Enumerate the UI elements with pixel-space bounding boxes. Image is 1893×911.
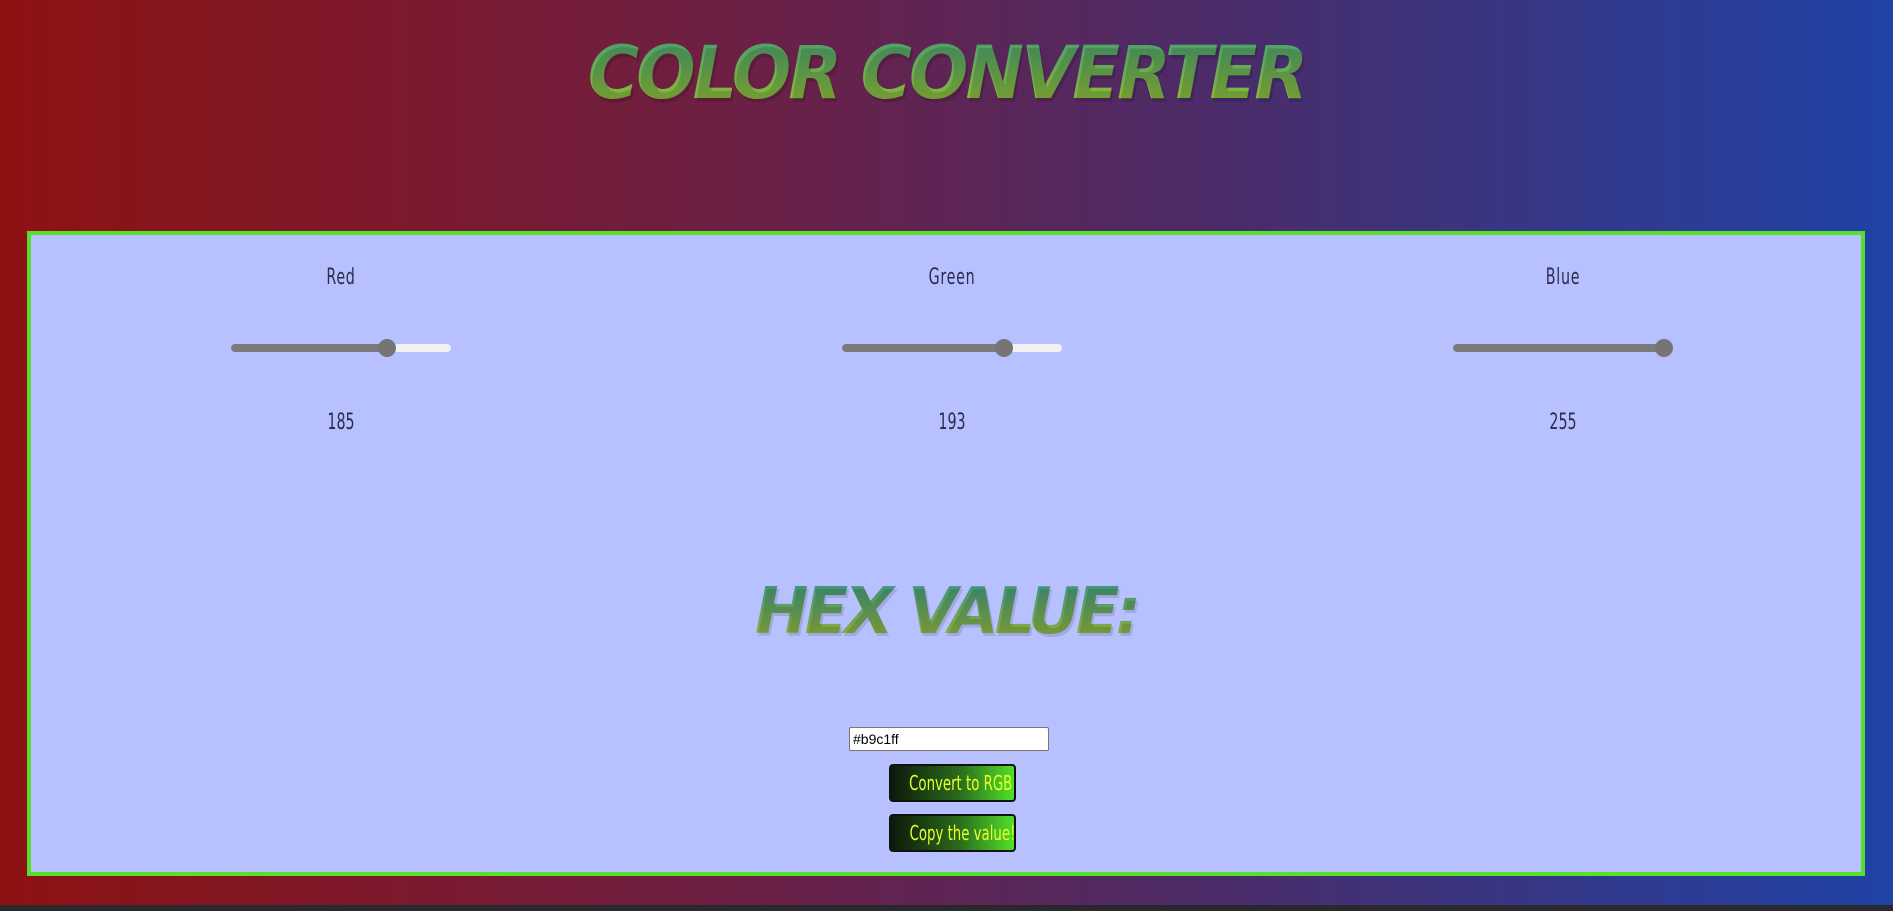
convert-to-rgb-button[interactable]: Convert to RGB [889, 764, 1016, 802]
red-slider-fill [231, 344, 387, 352]
green-slider-fill [842, 344, 1004, 352]
blue-label: Blue [1545, 265, 1581, 290]
red-label: Red [326, 265, 356, 290]
copy-button-label: Copy the value! [909, 821, 1016, 845]
green-slider-thumb[interactable] [994, 339, 1013, 357]
green-value: 193 [938, 410, 966, 435]
blue-slider-thumb[interactable] [1655, 339, 1673, 357]
copy-value-button[interactable]: Copy the value! [889, 814, 1016, 852]
green-label: Green [928, 265, 976, 290]
converter-panel: Red 185 Green 193 Blue 255 HEX VALUE: Co… [27, 231, 1865, 876]
blue-slider-fill [1453, 344, 1664, 352]
red-value: 185 [327, 410, 355, 435]
blue-slider[interactable] [1453, 339, 1673, 357]
green-slider[interactable] [842, 339, 1062, 357]
red-slider-thumb[interactable] [377, 339, 396, 357]
blue-channel: Blue 255 [1403, 235, 1723, 455]
hex-input[interactable] [849, 727, 1049, 751]
bottom-strip [0, 905, 1893, 911]
hex-heading: HEX VALUE: [31, 572, 1861, 652]
convert-button-label: Convert to RGB [909, 771, 1013, 795]
green-channel: Green 193 [792, 235, 1112, 455]
red-slider[interactable] [231, 339, 451, 357]
app-title: COLOR CONVERTER [0, 26, 1893, 121]
red-channel: Red 185 [181, 235, 501, 455]
blue-value: 255 [1549, 410, 1577, 435]
